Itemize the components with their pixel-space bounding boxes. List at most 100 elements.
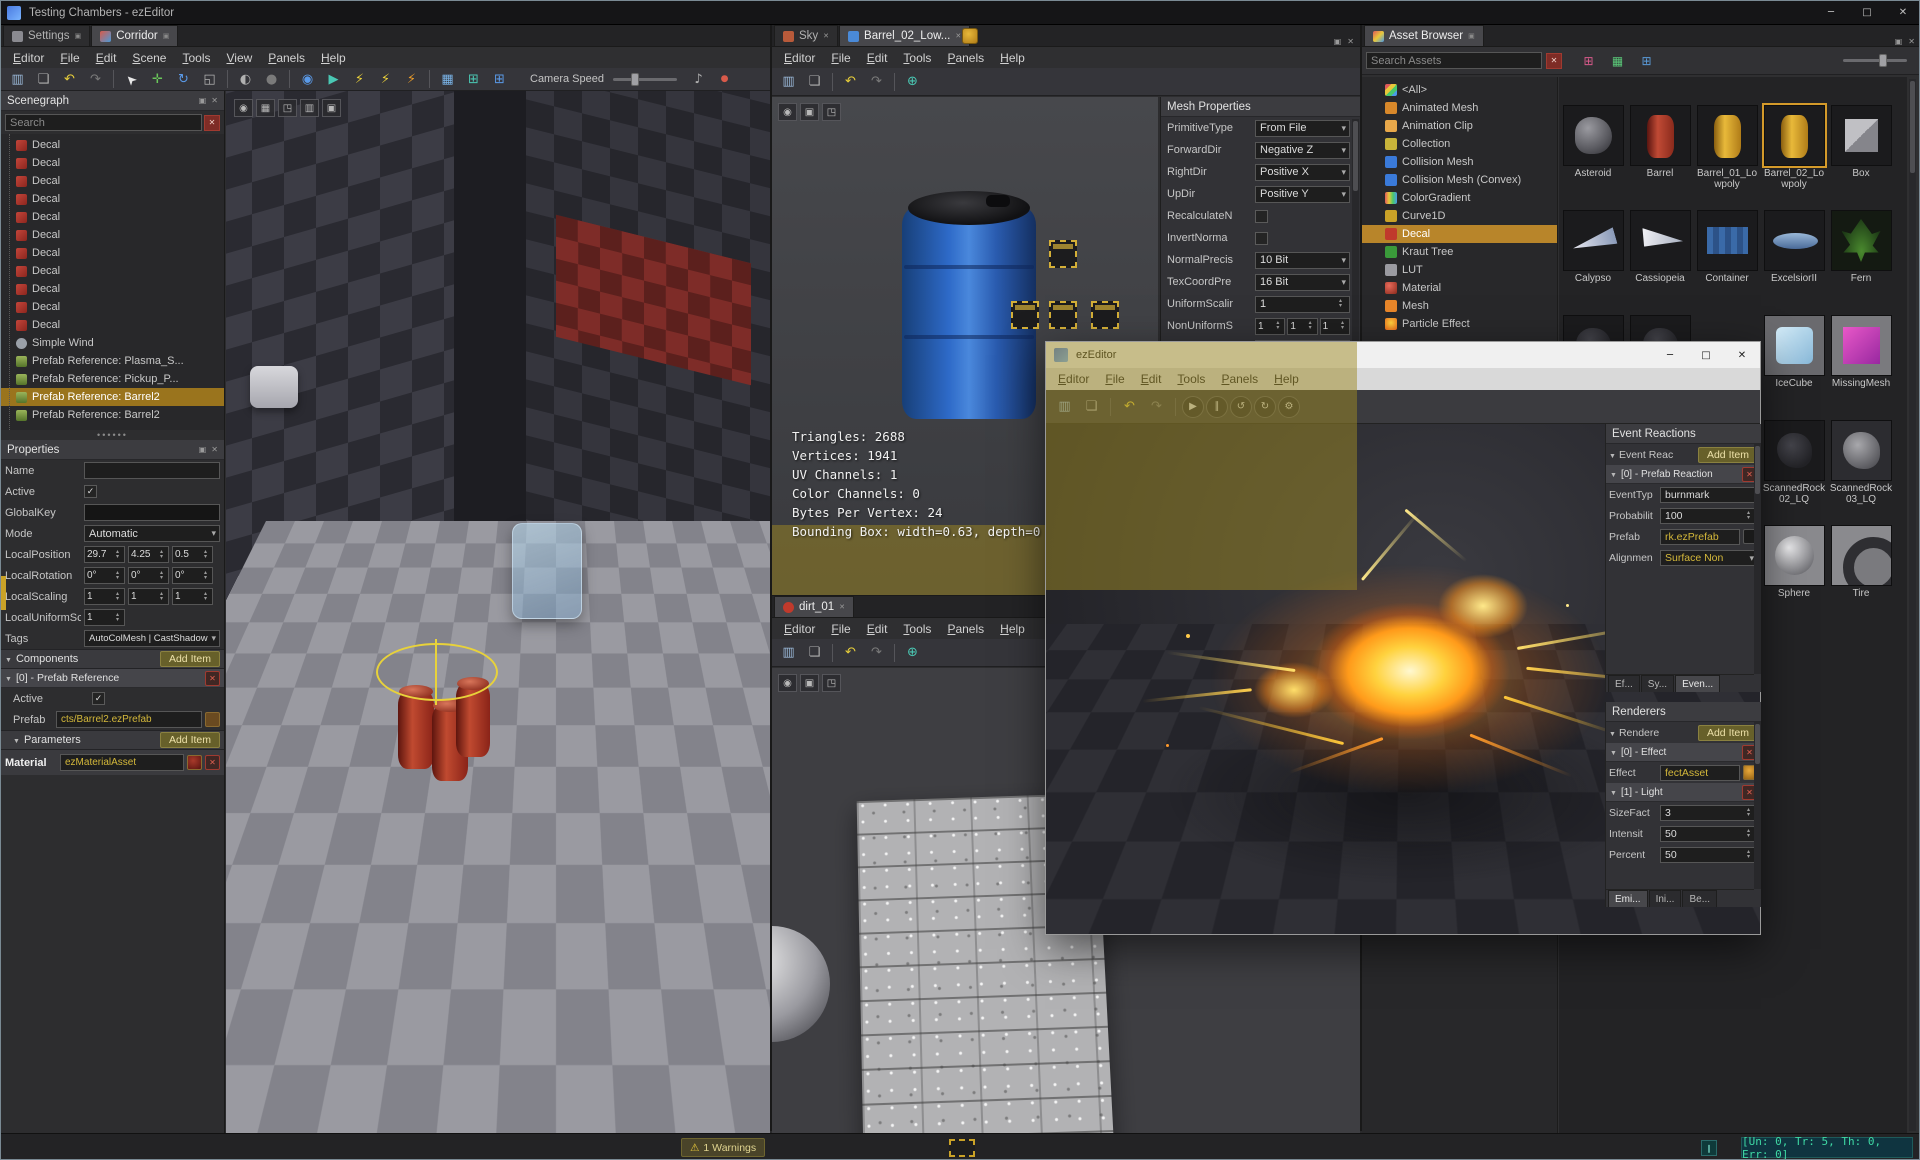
tab-sky[interactable]: Sky (774, 25, 839, 46)
float-tab-icon[interactable] (75, 32, 82, 40)
menu-item[interactable]: Help (313, 49, 354, 67)
close-panel-icon[interactable] (211, 445, 218, 454)
menu-item[interactable]: Help (992, 49, 1033, 67)
name-input[interactable] (84, 462, 220, 479)
property-spinner[interactable]: 1 (1255, 295, 1350, 313)
menu-item[interactable]: File (823, 620, 858, 638)
tab-system[interactable]: Sy... (1640, 675, 1675, 692)
globe-icon[interactable]: ⊕ (900, 641, 925, 664)
translate-tool-icon[interactable]: ✛ (145, 68, 170, 91)
play-game-icon[interactable]: ▶ (321, 68, 346, 91)
render-grid-icon[interactable]: ▦ (435, 68, 460, 91)
search-clear-icon[interactable] (204, 114, 220, 131)
effect-asset-input[interactable]: fectAsset (1660, 764, 1740, 781)
menu-item[interactable]: Help (992, 620, 1033, 638)
property-dropdown[interactable]: Negative Z (1255, 141, 1350, 159)
redo-icon[interactable]: ↷ (864, 70, 889, 93)
scenegraph-item[interactable]: Decal (1, 208, 224, 226)
asset-cell[interactable]: Barrel_01_Lowpoly (1694, 103, 1760, 208)
add-event-reaction-button[interactable]: Add Item (1697, 446, 1758, 463)
close-tab-icon[interactable] (839, 603, 845, 611)
asset-cell[interactable]: Barrel_02_Lowpoly (1761, 103, 1827, 208)
position-z-input[interactable]: 0.5 (172, 546, 213, 563)
scenegraph-item[interactable]: Decal (1, 226, 224, 244)
remove-component-icon[interactable] (205, 670, 220, 686)
asset-cell[interactable]: Container (1694, 208, 1760, 313)
asset-type-item[interactable]: Particle Effect (1362, 315, 1557, 333)
render-mode-icon[interactable]: ▦ (256, 99, 275, 117)
camera-icon[interactable]: ◉ (234, 99, 253, 117)
menu-item[interactable]: Edit (859, 49, 896, 67)
selection-gizmo-axis[interactable] (435, 639, 437, 705)
redo-icon[interactable]: ↷ (83, 68, 108, 91)
transform-all-bolt-icon[interactable]: ⚡ (373, 68, 398, 91)
eventtype-input[interactable]: burnmark (1660, 486, 1758, 503)
asset-cell[interactable]: ExcelsiorII (1761, 208, 1827, 313)
component-active-checkbox[interactable]: ✓ (92, 692, 105, 705)
tab-dirt01[interactable]: dirt_01 (774, 596, 855, 617)
asset-cell[interactable]: IceCube (1761, 315, 1827, 389)
menu-item[interactable]: Edit (88, 49, 125, 67)
position-y-input[interactable]: 4.25 (128, 546, 169, 563)
remove-material-icon[interactable] (205, 755, 220, 770)
rotation-y-input[interactable]: 0° (128, 567, 169, 584)
globalkey-input[interactable] (84, 504, 220, 521)
scenegraph-item[interactable]: Decal (1, 136, 224, 154)
search-input[interactable]: Search (5, 114, 202, 131)
transform-bolt-icon[interactable]: ⚡ (347, 68, 372, 91)
pause-log-icon[interactable]: ∥ (1701, 1140, 1717, 1156)
asset-type-item[interactable]: <All> (1362, 81, 1557, 99)
undo-icon[interactable]: ↶ (838, 70, 863, 93)
probability-spinner[interactable]: 100 (1660, 507, 1758, 524)
minimize-button[interactable]: ─ (1652, 343, 1688, 367)
fullscreen-icon[interactable]: ◳ (278, 99, 297, 117)
undo-icon[interactable]: ↶ (57, 68, 82, 91)
tab-barrel02[interactable]: Barrel_02_Low... (839, 25, 971, 46)
close-button[interactable]: ✕ (1724, 343, 1760, 367)
dock-icon[interactable] (1334, 37, 1342, 46)
menu-item[interactable]: Edit (859, 620, 896, 638)
menu-item[interactable]: Panels (260, 49, 313, 67)
redo-icon[interactable]: ↷ (1144, 395, 1169, 418)
dock-icon[interactable] (1895, 37, 1903, 46)
undo-icon[interactable]: ↶ (838, 641, 863, 664)
asset-type-item[interactable]: Collision Mesh (Convex) (1362, 171, 1557, 189)
snap-objects-icon[interactable]: ⊞ (487, 68, 512, 91)
asset-type-item[interactable]: Material (1362, 279, 1557, 297)
uniform-scaling-input[interactable]: 1 (84, 609, 125, 626)
property-checkbox[interactable] (1255, 209, 1268, 223)
asset-cell[interactable]: Fern (1828, 208, 1894, 313)
maximize-button[interactable]: □ (1688, 343, 1724, 367)
asset-type-item[interactable]: LUT (1362, 261, 1557, 279)
scenegraph-item[interactable]: Decal (1, 316, 224, 334)
dock-icon[interactable] (199, 445, 207, 454)
asset-type-item[interactable]: Animated Mesh (1362, 99, 1557, 117)
fullscreen-icon[interactable]: ◳ (822, 103, 841, 121)
force-transform-bolt-icon[interactable]: ⚡ (399, 68, 424, 91)
vector-x-input[interactable]: 1 (1255, 317, 1286, 335)
reaction-group-header[interactable]: [0] - Prefab Reaction (1606, 465, 1761, 484)
scenegraph-item[interactable]: Prefab Reference: Pickup_P... (1, 370, 224, 388)
tab-asset-browser[interactable]: Asset Browser (1364, 25, 1484, 46)
minimize-button[interactable]: ─ (1813, 1, 1849, 25)
scene-viewport[interactable]: ◉ ▦ ◳ ▥ ▣ (226, 91, 770, 1133)
scaling-y-input[interactable]: 1 (128, 588, 169, 605)
float-tab-icon[interactable] (1468, 32, 1475, 40)
loop-icon[interactable]: ↻ (1254, 395, 1276, 418)
open-icon[interactable]: ❏ (802, 641, 827, 664)
rotate-tool-icon[interactable]: ↻ (171, 68, 196, 91)
menu-item[interactable]: Panels (939, 620, 992, 638)
layers-icon[interactable]: ▣ (322, 99, 341, 117)
open-icon[interactable]: ❏ (31, 68, 56, 91)
dock-target-right[interactable] (1091, 301, 1119, 329)
camera-icon[interactable]: ◉ (778, 674, 797, 692)
property-dropdown[interactable]: 10 Bit (1255, 251, 1350, 269)
close-tab-icon[interactable] (823, 32, 829, 40)
menu-item[interactable]: Tools (174, 49, 218, 67)
asset-type-item[interactable]: Curve1D (1362, 207, 1557, 225)
scaling-z-input[interactable]: 1 (172, 588, 213, 605)
world-space-icon[interactable]: ◐ (233, 68, 258, 91)
property-checkbox[interactable] (1255, 231, 1268, 245)
close-panel-icon[interactable] (1908, 37, 1915, 46)
scenegraph-item[interactable]: Prefab Reference: Barrel2 (1, 388, 224, 406)
